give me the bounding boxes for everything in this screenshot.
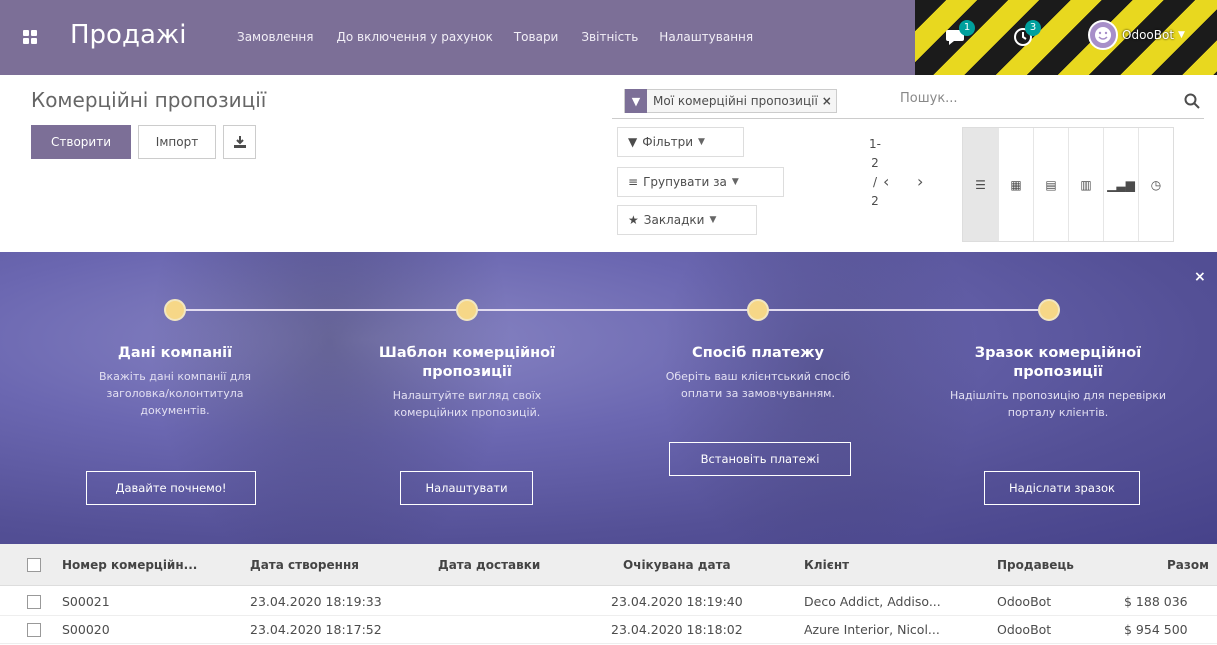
send-sample-button[interactable]: Надіслати зразок	[984, 471, 1140, 505]
set-payments-button[interactable]: Встановіть платежі	[669, 442, 851, 476]
create-button[interactable]: Створити	[31, 125, 131, 159]
cell-customer: Deco Addict, Addiso...	[804, 594, 941, 609]
favorites-label: Закладки	[643, 213, 705, 227]
step-quotation-template: Шаблон комерційної пропозиції Налаштуйте…	[337, 344, 597, 421]
step-description: Налаштуйте вигляд своїх комерційних проп…	[392, 389, 542, 419]
col-expected-date[interactable]: Очікувана дата	[623, 558, 731, 572]
table-row[interactable]: S00021 23.04.2020 18:19:33 23.04.2020 18…	[0, 588, 1217, 616]
filters-dropdown[interactable]: ▼ Фільтри ▼	[617, 127, 744, 157]
cell-total: $ 954 500	[1124, 622, 1188, 637]
cell-expected-date: 23.04.2020 18:19:40	[611, 594, 743, 609]
menu-orders[interactable]: Замовлення	[237, 30, 313, 44]
list-icon: ≡	[628, 175, 639, 189]
cell-customer: Azure Interior, Nicol...	[804, 622, 940, 637]
list-view-icon[interactable]: ☰	[963, 128, 998, 241]
step-sample-quotation: Зразок комерційної пропозиції Надішліть …	[928, 344, 1188, 421]
breadcrumb: Комерційні пропозиції	[31, 88, 267, 112]
search-facet[interactable]: ▼ Мої комерційні пропозиції ×	[624, 89, 837, 113]
cell-number: S00021	[62, 594, 110, 609]
progress-line	[175, 309, 1045, 311]
cell-expected-date: 23.04.2020 18:18:02	[611, 622, 743, 637]
cell-total: $ 188 036	[1124, 594, 1188, 609]
col-total[interactable]: Разом	[1167, 558, 1209, 572]
pager-next-icon[interactable]: ›	[917, 172, 923, 191]
kanban-view-icon[interactable]: ▦	[998, 128, 1033, 241]
filters-label: Фільтри	[642, 135, 694, 149]
step-title: Шаблон комерційної пропозиції	[378, 345, 556, 380]
caret-down-icon: ▼	[698, 137, 705, 147]
apps-menu-icon[interactable]	[23, 30, 37, 44]
menu-configuration[interactable]: Налаштування	[659, 30, 753, 44]
select-all-checkbox[interactable]	[27, 558, 41, 572]
lets-start-button[interactable]: Давайте почнемо!	[86, 471, 256, 505]
cell-creation-date: 23.04.2020 18:19:33	[250, 594, 382, 609]
table-header: Номер комерційн... Дата створення Дата д…	[0, 544, 1217, 586]
search-icon[interactable]	[1184, 93, 1200, 109]
step-dot	[456, 299, 478, 321]
col-customer[interactable]: Клієнт	[804, 558, 849, 572]
close-icon[interactable]: ×	[1194, 269, 1206, 285]
menu-products[interactable]: Товари	[514, 30, 559, 44]
favorites-dropdown[interactable]: ★ Закладки ▼	[617, 205, 757, 235]
step-payment-method: Спосіб платежу Оберіть ваш клієнтський с…	[628, 344, 888, 402]
star-icon: ★	[628, 213, 639, 227]
pager-previous-icon[interactable]: ‹	[883, 172, 889, 191]
col-creation-date[interactable]: Дата створення	[250, 558, 359, 572]
graph-view-icon[interactable]: ▁▃▆	[1103, 128, 1138, 241]
cell-salesperson: OdooBot	[997, 594, 1052, 609]
main-menu: Замовлення До включення у рахунок Товари…	[237, 30, 753, 44]
download-icon	[233, 136, 246, 148]
step-title: Дані компанії	[117, 345, 233, 361]
activity-clock-icon[interactable]: 3	[1013, 20, 1041, 52]
avatar	[1088, 20, 1118, 50]
chat-badge: 1	[959, 20, 975, 36]
group-by-label: Групувати за	[643, 175, 727, 189]
chat-icon[interactable]: 1	[945, 20, 975, 52]
search-input[interactable]	[900, 91, 1170, 106]
calendar-view-icon[interactable]: ▤	[1033, 128, 1068, 241]
facet-label: Мої комерційні пропозиції	[653, 94, 818, 108]
pivot-view-icon[interactable]: ▥	[1068, 128, 1103, 241]
col-delivery-date[interactable]: Дата доставки	[438, 558, 540, 572]
customize-button[interactable]: Налаштувати	[400, 471, 533, 505]
row-checkbox[interactable]	[27, 595, 41, 609]
col-number[interactable]: Номер комерційн...	[62, 558, 197, 572]
user-name: OdooBot	[1122, 28, 1175, 42]
caret-down-icon: ▼	[731, 177, 739, 187]
download-button[interactable]	[223, 125, 256, 159]
user-menu[interactable]: OdooBot ▼	[1088, 20, 1185, 50]
menu-to-invoice[interactable]: До включення у рахунок	[336, 30, 492, 44]
view-switcher: ☰ ▦ ▤ ▥ ▁▃▆ ◷	[962, 127, 1174, 242]
top-navbar: Продажі Замовлення До включення у рахуно…	[0, 0, 1217, 75]
funnel-icon: ▼	[628, 135, 638, 149]
step-description: Надішліть пропозицію для перевірки порта…	[949, 389, 1167, 419]
col-salesperson[interactable]: Продавець	[997, 558, 1074, 572]
filter-icon: ▼	[625, 89, 647, 113]
group-by-dropdown[interactable]: ≡ Групувати за ▼	[617, 167, 784, 197]
step-title: Зразок комерційної пропозиції	[974, 345, 1142, 380]
menu-reporting[interactable]: Звітність	[581, 30, 638, 44]
table-row[interactable]: S00020 23.04.2020 18:17:52 23.04.2020 18…	[0, 616, 1217, 644]
step-dot	[1038, 299, 1060, 321]
step-company-data: Дані компанії Вкажіть дані компанії для …	[45, 344, 305, 419]
remove-facet-icon[interactable]: ×	[822, 94, 836, 108]
step-dot	[747, 299, 769, 321]
step-description: Оберіть ваш клієнтський спосіб оплати за…	[665, 370, 851, 400]
import-button[interactable]: Імпорт	[138, 125, 216, 159]
step-title: Спосіб платежу	[692, 345, 824, 361]
activity-view-icon[interactable]: ◷	[1138, 128, 1173, 241]
activity-badge: 3	[1025, 20, 1041, 36]
row-checkbox[interactable]	[27, 623, 41, 637]
cell-number: S00020	[62, 622, 110, 637]
app-title[interactable]: Продажі	[70, 20, 187, 50]
cell-salesperson: OdooBot	[997, 622, 1052, 637]
caret-down-icon: ▼	[1178, 30, 1185, 40]
onboarding-panel: × Дані компанії Вкажіть дані компанії дл…	[0, 252, 1217, 544]
caret-down-icon: ▼	[709, 215, 717, 225]
search-bar: ▼ Мої комерційні пропозиції ×	[612, 85, 1204, 119]
step-description: Вкажіть дані компанії для заголовка/коло…	[98, 370, 252, 417]
step-dot	[164, 299, 186, 321]
cell-creation-date: 23.04.2020 18:17:52	[250, 622, 382, 637]
